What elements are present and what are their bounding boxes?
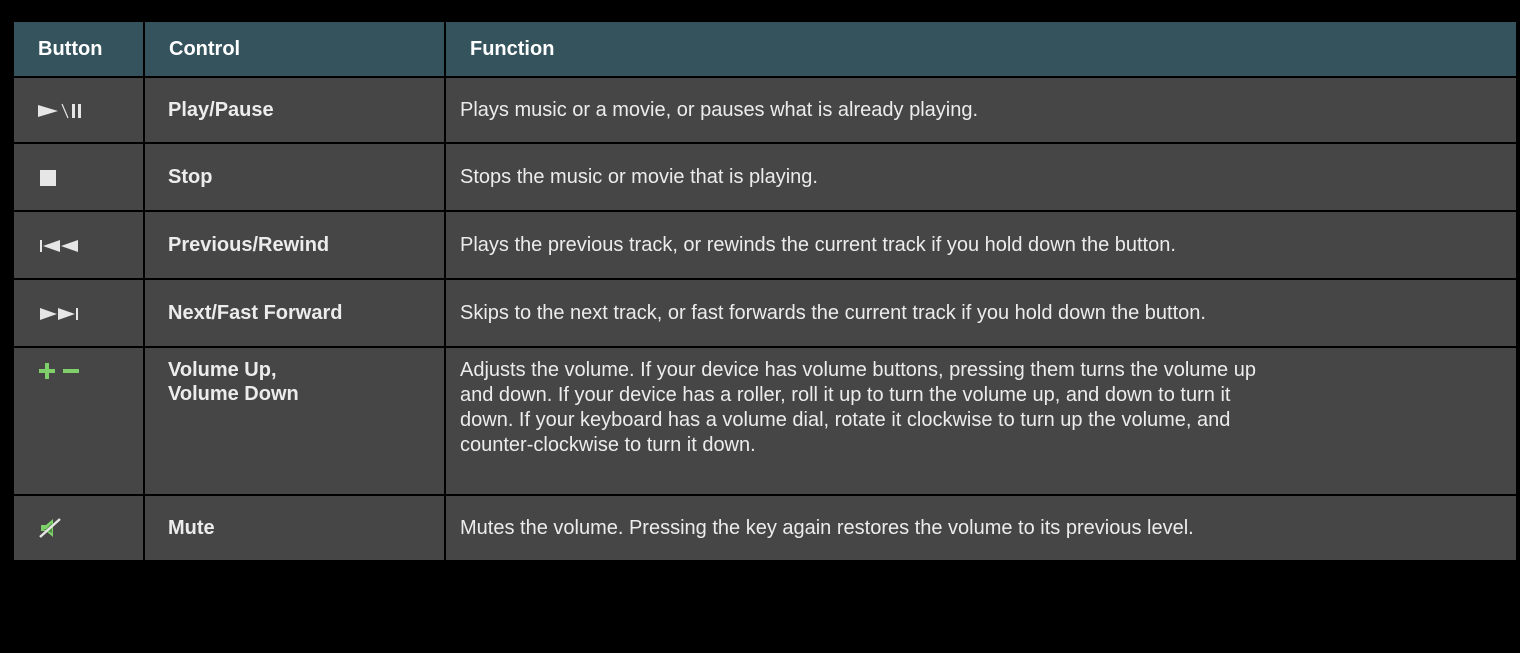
control-cell: Play/Pause [143,76,446,144]
control-cell: Mute [143,494,446,562]
control-label: Volume Up, Volume Down [168,359,299,405]
function-cell: Stops the music or movie that is playing… [444,142,1518,212]
control-cell: Next/Fast Forward [143,278,446,348]
function-cell: Plays music or a movie, or pauses what i… [444,76,1518,144]
next-fast-forward-icon [38,304,84,324]
table-row: Previous/Rewind Plays the previous track… [12,210,1518,280]
button-cell [12,278,145,348]
button-cell [12,142,145,212]
play-pause-icon [38,101,102,121]
media-controls-table: Button Control Function Play/Pause Plays… [12,20,1518,562]
control-cell: Stop [143,142,446,212]
volume-up-down-icon [38,360,86,382]
button-cell [12,346,145,496]
previous-rewind-icon [38,236,84,256]
stop-icon [38,168,58,188]
control-cell: Volume Up, Volume Down [143,346,446,496]
table-header-row: Button Control Function [12,20,1518,78]
control-cell: Previous/Rewind [143,210,446,280]
header-function: Function [444,20,1518,78]
function-cell: Plays the previous track, or rewinds the… [444,210,1518,280]
function-cell: Mutes the volume. Pressing the key again… [444,494,1518,562]
function-text: Adjusts the volume. If your device has v… [460,359,1256,456]
table-row: Stop Stops the music or movie that is pl… [12,142,1518,212]
table-row: Volume Up, Volume Down Adjusts the volum… [12,346,1518,496]
button-cell [12,210,145,280]
button-cell [12,76,145,144]
header-button: Button [12,20,145,78]
button-cell [12,494,145,562]
table-row: Mute Mutes the volume. Pressing the key … [12,494,1518,562]
mute-icon [38,516,64,540]
table-row: Next/Fast Forward Skips to the next trac… [12,278,1518,348]
header-control: Control [143,20,446,78]
function-cell: Skips to the next track, or fast forward… [444,278,1518,348]
function-cell: Adjusts the volume. If your device has v… [444,346,1518,496]
table-row: Play/Pause Plays music or a movie, or pa… [12,76,1518,144]
page-frame: Button Control Function Play/Pause Plays… [0,0,1520,653]
